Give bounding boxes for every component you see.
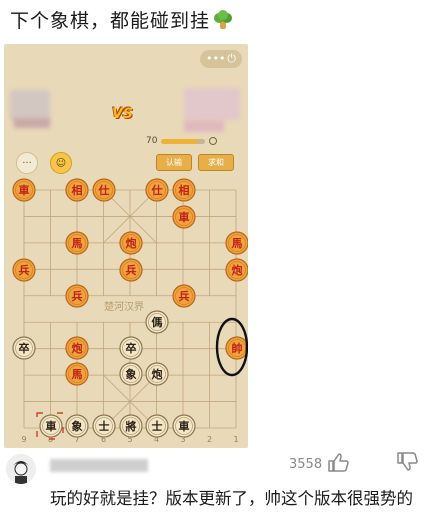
post-title-text: 下个象棋，都能碰到挂 (10, 10, 211, 32)
piece-label: 帥 (232, 341, 243, 355)
piece-label: 仕 (98, 183, 110, 197)
chess-piece[interactable]: 卒 (119, 336, 143, 360)
piece-label: 卒 (19, 341, 30, 355)
piece-label: 相 (179, 183, 190, 197)
comment-text: 玩的好就是挂？版本更新了，帅这个版本很强势的 (50, 489, 413, 508)
chess-piece[interactable]: 車 (172, 414, 196, 438)
chess-piece[interactable]: 兵 (12, 258, 36, 282)
piece-label: 將 (126, 419, 137, 433)
chess-piece[interactable]: 相 (65, 178, 89, 202)
chess-piece[interactable]: 馬 (65, 231, 89, 255)
piece-label: 象 (72, 419, 83, 433)
chess-piece[interactable]: 車 (172, 205, 196, 229)
chess-piece[interactable]: 相 (172, 178, 196, 202)
broccoli-icon (212, 10, 234, 30)
file-number: 1 (233, 435, 238, 444)
piece-label: 炮 (232, 263, 243, 277)
chess-piece[interactable]: 車 (12, 178, 36, 202)
river-text: 楚河汉界 (104, 300, 144, 313)
avatar[interactable] (6, 454, 36, 484)
chess-piece[interactable]: 帥 (225, 336, 248, 360)
piece-label: 傌 (151, 315, 163, 329)
thumbs-up-icon[interactable] (327, 452, 349, 476)
chess-piece[interactable]: 象 (119, 362, 143, 386)
piece-label: 馬 (72, 368, 83, 381)
piece-label: 兵 (72, 289, 83, 303)
chess-piece[interactable]: 車 (39, 414, 63, 438)
chess-board[interactable]: 楚河汉界 9 8 7 6 5 4 3 2 1車相仕仕相車馬炮馬兵兵炮兵 兵傌卒炮卒帥馬象炮車象士將… (4, 44, 248, 448)
chess-piece[interactable]: 炮 (65, 336, 89, 360)
piece-label: 士 (99, 419, 110, 433)
chess-piece[interactable]: 象 (65, 414, 89, 438)
piece-label: 車 (46, 419, 57, 433)
piece-label: 相 (72, 183, 83, 197)
chess-piece[interactable]: 仕 (145, 178, 169, 202)
post-title: 下个象棋，都能碰到挂 (10, 6, 234, 33)
chess-piece[interactable]: 兵 (119, 258, 143, 282)
chess-piece[interactable]: 炮 (119, 231, 143, 255)
file-number: 9 (21, 435, 26, 444)
piece-label: 兵 (179, 289, 190, 303)
piece-label: 兵 (126, 263, 137, 277)
piece-label: 車 (179, 210, 190, 224)
chess-piece[interactable]: 兵 (172, 284, 196, 308)
chess-piece[interactable]: 馬 (65, 362, 89, 386)
chess-piece[interactable]: 馬 (225, 231, 248, 255)
piece-label: 炮 (72, 341, 83, 355)
username[interactable] (50, 459, 148, 472)
piece-label: 象 (126, 367, 137, 381)
piece-label: 士 (152, 419, 163, 433)
piece-label: 車 (179, 419, 190, 433)
like-count: 3558 (289, 457, 323, 472)
chess-piece[interactable]: 炮 (225, 258, 248, 282)
chess-piece[interactable]: 士 (145, 414, 169, 438)
game-screenshot: ••• ⏻ VS 70 ··· ☺ 认输 求和 楚河汉界 987654321車相… (4, 44, 248, 448)
chess-piece[interactable]: 士 (92, 414, 116, 438)
piece-label: 炮 (126, 236, 137, 250)
piece-label: 仕 (151, 183, 163, 197)
piece-label: 卒 (126, 341, 137, 355)
piece-label: 炮 (152, 367, 163, 381)
piece-label: 兵 (19, 263, 30, 277)
chess-piece[interactable]: 卒 (12, 336, 36, 360)
chess-piece[interactable]: 炮 (145, 362, 169, 386)
file-number: 2 (207, 435, 212, 444)
thumbs-down-icon[interactable] (396, 452, 418, 476)
piece-label: 車 (19, 183, 30, 197)
chess-piece[interactable]: 將 (119, 414, 143, 438)
piece-label: 馬 (232, 237, 243, 250)
chess-piece[interactable]: 傌 (145, 310, 169, 334)
chess-piece[interactable]: 兵 (65, 284, 89, 308)
piece-label: 馬 (72, 237, 83, 250)
chess-piece[interactable]: 仕 (92, 178, 116, 202)
